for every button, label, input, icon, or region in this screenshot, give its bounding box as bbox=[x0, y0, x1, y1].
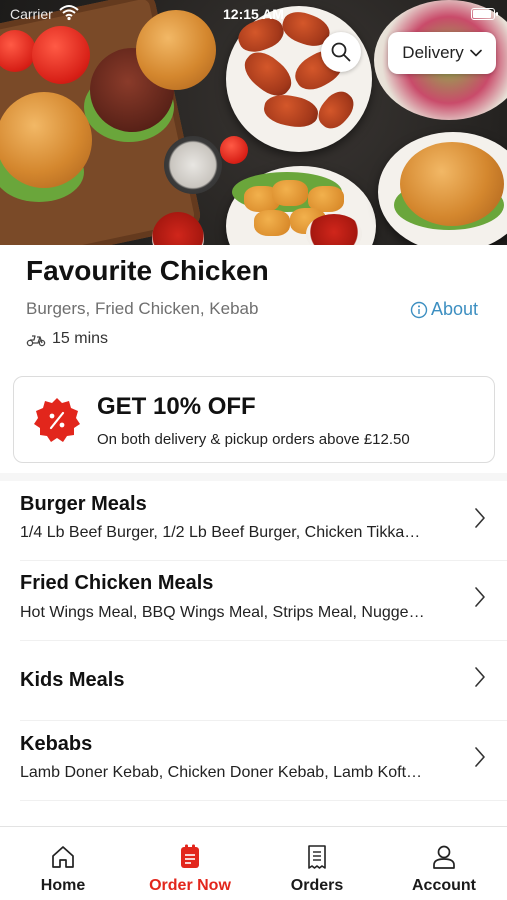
chevron-right-icon bbox=[475, 508, 485, 528]
discount-badge-icon bbox=[34, 398, 80, 442]
burger-bun bbox=[400, 142, 504, 226]
scooter-icon bbox=[26, 335, 46, 347]
category-name: Burger Meals bbox=[20, 493, 147, 515]
bottom-tab-bar: Home Order Now Orders Account bbox=[0, 826, 507, 900]
salt-bowl bbox=[164, 136, 222, 194]
category-name: Fried Chicken Meals bbox=[20, 572, 214, 594]
delivery-mode-label: Delivery bbox=[402, 43, 464, 62]
tab-account[interactable]: Account bbox=[381, 827, 507, 900]
tab-orders[interactable]: Orders bbox=[254, 827, 380, 900]
about-link[interactable]: About bbox=[410, 299, 478, 320]
restaurant-name: Favourite Chicken bbox=[26, 255, 269, 286]
user-icon bbox=[433, 845, 455, 869]
chevron-down-icon bbox=[469, 49, 482, 57]
chevron-right-icon bbox=[475, 587, 485, 607]
tab-label: Home bbox=[40, 877, 86, 894]
section-divider bbox=[0, 473, 507, 481]
offer-banner[interactable]: GET 10% OFF On both delivery & pickup or… bbox=[13, 376, 495, 463]
tab-order-now[interactable]: Order Now bbox=[127, 827, 253, 900]
status-bar: Carrier 12:15 AM bbox=[0, 0, 507, 28]
tab-home[interactable]: Home bbox=[0, 827, 126, 900]
category-fried-chicken-meals[interactable]: Fried Chicken Meals Hot Wings Meal, BBQ … bbox=[0, 561, 507, 641]
tab-label: Order Now bbox=[149, 877, 231, 894]
category-name: Kebabs bbox=[20, 733, 93, 755]
about-label: About bbox=[431, 299, 479, 319]
home-icon bbox=[52, 846, 74, 868]
restaurant-cuisines: Burgers, Fried Chicken, Kebab bbox=[26, 299, 259, 318]
nugget bbox=[254, 210, 290, 236]
offer-description: On both delivery & pickup orders above £… bbox=[97, 431, 410, 448]
tab-label: Account bbox=[412, 877, 476, 894]
category-kids-meals[interactable]: Kids Meals bbox=[0, 641, 507, 721]
info-icon bbox=[410, 301, 428, 318]
category-items: Lamb Doner Kebab, Chicken Doner Kebab, L… bbox=[20, 764, 423, 781]
category-burger-meals[interactable]: Burger Meals 1/4 Lb Beef Burger, 1/2 Lb … bbox=[0, 481, 507, 561]
tomato bbox=[32, 26, 90, 84]
category-items: 1/4 Lb Beef Burger, 1/2 Lb Beef Burger, … bbox=[20, 524, 421, 541]
category-kebabs[interactable]: Kebabs Lamb Doner Kebab, Chicken Doner K… bbox=[0, 721, 507, 801]
burger-bun bbox=[0, 92, 92, 188]
tab-label: Orders bbox=[290, 877, 344, 894]
nugget bbox=[272, 180, 308, 206]
order-icon bbox=[181, 844, 199, 868]
category-items: Hot Wings Meal, BBQ Wings Meal, Strips M… bbox=[20, 604, 425, 621]
search-button[interactable] bbox=[321, 32, 361, 72]
chevron-right-icon bbox=[475, 747, 485, 767]
row-divider bbox=[20, 800, 507, 801]
tomato-slice bbox=[220, 136, 248, 164]
battery-icon bbox=[471, 8, 498, 20]
offer-headline: GET 10% OFF bbox=[97, 393, 256, 420]
delivery-time: 15 mins bbox=[26, 330, 108, 348]
category-name: Kids Meals bbox=[20, 669, 125, 691]
delivery-mode-selector[interactable]: Delivery bbox=[388, 32, 496, 74]
search-icon bbox=[331, 42, 351, 62]
clock: 12:15 AM bbox=[223, 6, 284, 22]
receipt-icon bbox=[308, 845, 326, 869]
delivery-time-label: 15 mins bbox=[52, 330, 109, 347]
chevron-right-icon bbox=[475, 667, 485, 687]
